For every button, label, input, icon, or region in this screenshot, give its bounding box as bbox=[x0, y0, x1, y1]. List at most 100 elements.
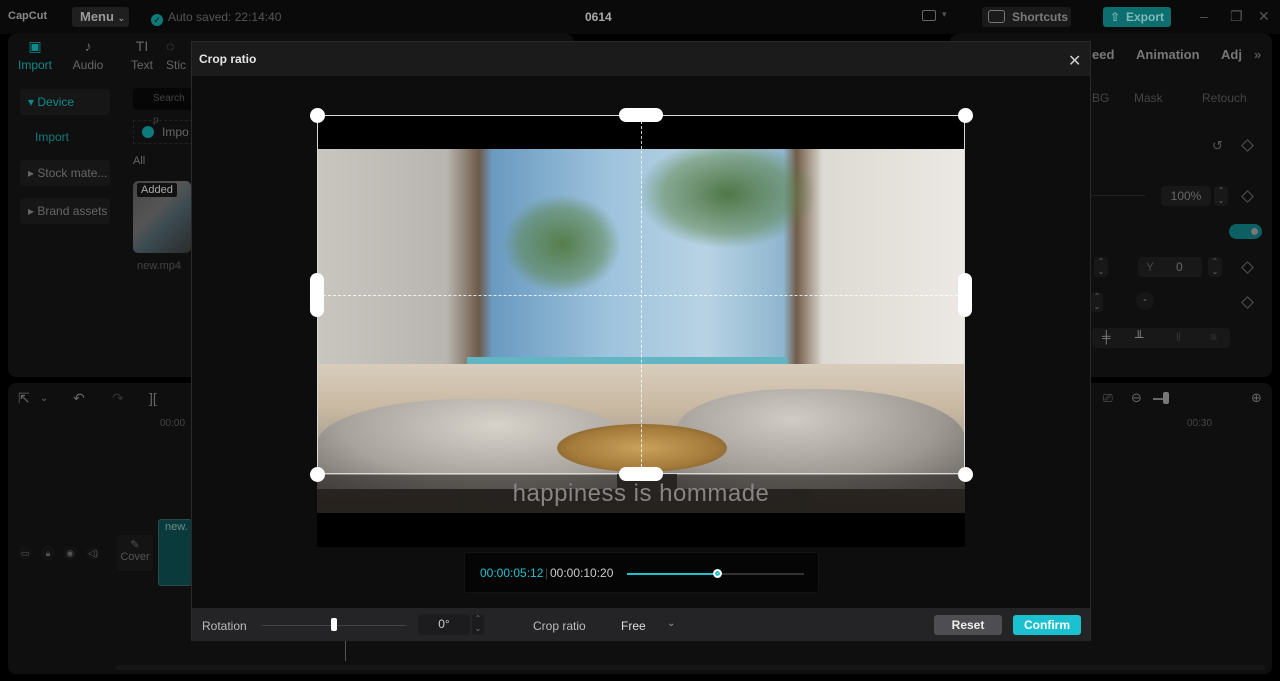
sidebar-item-device[interactable]: ▾ Device bbox=[20, 89, 110, 115]
rotate-stepper[interactable]: ⌃ ⌄ bbox=[1091, 292, 1103, 312]
autosave-status: ✓ Auto saved: 22:14:40 bbox=[151, 10, 281, 26]
subtab-mask[interactable]: Mask bbox=[1134, 91, 1163, 105]
crop-handle-top-left[interactable] bbox=[310, 108, 325, 123]
subtab-retouch[interactable]: Retouch bbox=[1202, 91, 1247, 105]
lock-icon[interactable]: 🔒︎ bbox=[41, 546, 55, 560]
rotation-label: Rotation bbox=[202, 619, 247, 633]
shortcuts-button[interactable]: Shortcuts bbox=[982, 7, 1071, 27]
zoom-out-icon[interactable]: ⊖ bbox=[1131, 390, 1142, 406]
project-title: 0614 bbox=[585, 10, 612, 24]
tab-text[interactable]: TI Text bbox=[120, 38, 164, 72]
split-icon[interactable]: ][ bbox=[149, 390, 157, 406]
sidebar-item-brand[interactable]: ▸ Brand assets bbox=[20, 198, 110, 224]
subtab-bg[interactable]: BG bbox=[1092, 91, 1109, 105]
seek-progress bbox=[627, 573, 718, 575]
tab-stickers[interactable]: ◌ Stic bbox=[166, 38, 192, 72]
tab-speed[interactable]: eed bbox=[1092, 47, 1114, 62]
reset-button[interactable]: Reset bbox=[934, 615, 1002, 635]
share-icon: ⇧ bbox=[1110, 10, 1121, 24]
crop-guide-vertical bbox=[641, 116, 642, 472]
crop-handle-bottom-right[interactable] bbox=[958, 467, 973, 482]
layout-icon[interactable] bbox=[922, 10, 936, 21]
import-icon: ▣ bbox=[28, 38, 42, 54]
crop-handle-right[interactable] bbox=[958, 273, 972, 317]
eye-icon[interactable]: ◉ bbox=[63, 546, 77, 560]
export-button[interactable]: ⇧ Export bbox=[1103, 7, 1171, 27]
tab-adjust[interactable]: Adj bbox=[1221, 47, 1242, 62]
volume-icon[interactable]: ◁) bbox=[86, 546, 100, 560]
cover-button[interactable]: ✎ Cover bbox=[117, 535, 153, 571]
rotate-dial[interactable]: - bbox=[1136, 292, 1154, 310]
undo-icon[interactable]: ↶ bbox=[73, 390, 85, 407]
align-middle-icon[interactable]: ≡ bbox=[1210, 330, 1217, 344]
crop-handle-bottom-left[interactable] bbox=[310, 467, 325, 482]
x-stepper[interactable]: ⌃ ⌄ bbox=[1094, 257, 1108, 277]
tab-animation[interactable]: Animation bbox=[1136, 47, 1200, 62]
scale-slider[interactable] bbox=[1090, 195, 1145, 196]
playhead[interactable] bbox=[345, 641, 346, 661]
title-bar: CapCut Menu ⌄ ✓ Auto saved: 22:14:40 0614… bbox=[0, 0, 1280, 34]
search-input[interactable]: Search p bbox=[133, 88, 193, 126]
sidebar-label: Stock mate... bbox=[37, 166, 108, 180]
crop-handle-top[interactable] bbox=[619, 108, 663, 122]
menu-button[interactable]: Menu ⌄ bbox=[72, 7, 129, 27]
zoom-in-icon[interactable]: ⊕ bbox=[1251, 390, 1262, 406]
export-label: Export bbox=[1126, 10, 1165, 24]
seek-handle[interactable] bbox=[713, 569, 723, 578]
timeline-scrollbar[interactable] bbox=[115, 665, 1265, 670]
tab-label: Stic bbox=[166, 58, 187, 72]
sidebar-item-stock[interactable]: ▸ Stock mate... bbox=[20, 160, 110, 186]
tab-label: Import bbox=[17, 58, 52, 72]
preview-player: 00:00:05:12 | 00:00:10:20 bbox=[464, 552, 819, 593]
reset-icon[interactable]: ↺ bbox=[1212, 138, 1223, 154]
sidebar-item-import[interactable]: Import bbox=[35, 130, 69, 144]
ruler-start: 00:00 bbox=[160, 418, 186, 429]
minimize-icon[interactable]: – bbox=[1200, 8, 1208, 24]
tab-label: Text bbox=[130, 58, 153, 72]
chevron-down-icon[interactable]: ⌄ bbox=[667, 618, 675, 629]
crop-handle-top-right[interactable] bbox=[958, 108, 973, 123]
align-bottom-icon[interactable]: ╨ bbox=[1135, 330, 1144, 344]
seek-slider[interactable] bbox=[627, 569, 804, 578]
crop-frame[interactable] bbox=[317, 115, 965, 474]
align-center-h-icon[interactable]: ╪ bbox=[1102, 330, 1111, 344]
tab-import[interactable]: ▣ Import bbox=[13, 38, 57, 72]
uniform-scale-toggle[interactable] bbox=[1229, 224, 1262, 239]
chevron-down-icon[interactable]: ⌄ bbox=[40, 393, 48, 404]
scale-stepper[interactable]: ⌃ ⌄ bbox=[1214, 186, 1228, 206]
y-stepper[interactable]: ⌃ ⌄ bbox=[1208, 257, 1222, 277]
rotation-input[interactable]: 0° bbox=[418, 614, 470, 635]
rotation-stepper[interactable]: ⌃ ⌄ bbox=[472, 614, 484, 635]
restore-icon[interactable]: ❐ bbox=[1230, 8, 1243, 25]
scale-input[interactable]: 100% bbox=[1161, 186, 1211, 206]
close-icon[interactable]: ✕ bbox=[1068, 51, 1081, 71]
keyboard-icon bbox=[988, 10, 1005, 23]
autosave-text: Auto saved: 22:14:40 bbox=[168, 10, 282, 24]
align-distribute-icon[interactable]: ‖ bbox=[1176, 330, 1181, 344]
plus-icon bbox=[142, 126, 154, 138]
close-window-icon[interactable]: ✕ bbox=[1258, 8, 1270, 25]
zoom-slider-fill bbox=[1153, 398, 1163, 400]
cover-label: Cover bbox=[120, 551, 150, 563]
import-button[interactable]: Impo bbox=[133, 120, 193, 144]
zoom-slider-handle[interactable] bbox=[1163, 392, 1169, 404]
confirm-button[interactable]: Confirm bbox=[1013, 615, 1081, 635]
position-y-input[interactable]: Y0 bbox=[1138, 257, 1202, 277]
redo-icon[interactable]: ↷ bbox=[112, 390, 124, 407]
preview-icon[interactable]: ⎚ bbox=[1103, 391, 1113, 406]
tab-label: Audio bbox=[72, 58, 104, 72]
filter-all[interactable]: All bbox=[133, 155, 145, 167]
crop-handle-left[interactable] bbox=[310, 273, 324, 317]
track-video-icon[interactable]: ▭ bbox=[18, 546, 32, 560]
rotation-slider-handle[interactable] bbox=[331, 618, 337, 631]
capcut-logo: CapCut bbox=[8, 10, 48, 22]
more-tabs-icon[interactable]: » bbox=[1254, 47, 1261, 62]
import-label: Impo bbox=[162, 125, 189, 139]
crop-handle-bottom[interactable] bbox=[619, 467, 663, 481]
tab-audio[interactable]: ♪ Audio bbox=[66, 38, 110, 72]
select-tool-icon[interactable]: ⇱ bbox=[18, 390, 30, 407]
crop-ratio-select[interactable]: Free bbox=[621, 619, 646, 633]
dialog-footer: Rotation 0° ⌃ ⌄ Crop ratio Free ⌄ Reset C… bbox=[192, 608, 1090, 641]
audio-icon: ♪ bbox=[84, 38, 92, 54]
chevron-down-icon[interactable]: ▾ bbox=[942, 9, 947, 20]
